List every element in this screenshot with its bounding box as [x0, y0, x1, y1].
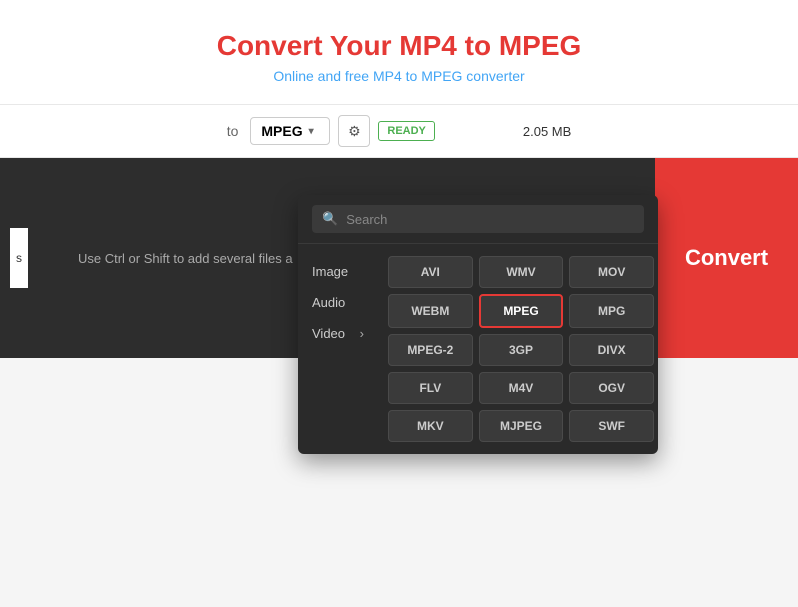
format-popup: 🔍 ImageAudioVideo› AVIWMVMOV WEBMMPEGMPG M… — [298, 195, 658, 454]
convert-button[interactable]: Convert — [655, 158, 798, 358]
format-button-3gp[interactable]: 3GP — [479, 334, 564, 366]
page-title: Convert Your MP4 to MPEG — [20, 30, 778, 62]
search-container: 🔍 — [298, 195, 658, 244]
chevron-down-icon: ▾ — [309, 126, 314, 137]
format-button-swf[interactable]: SWF — [569, 410, 654, 442]
format-dropdown[interactable]: MPEG ▾ — [250, 117, 330, 145]
format-button-mpg[interactable]: MPG — [569, 294, 654, 328]
add-files-hint: Use Ctrl or Shift to add several files a — [78, 251, 293, 266]
format-button-mov[interactable]: MOV — [569, 256, 654, 288]
category-item-image[interactable]: Image — [308, 256, 368, 287]
settings-button[interactable]: ⚙ — [338, 115, 370, 147]
format-button-wmv[interactable]: WMV — [479, 256, 564, 288]
category-item-video[interactable]: Video› — [308, 318, 368, 349]
format-button-mpeg-2[interactable]: MPEG-2 — [388, 334, 473, 366]
toolbar: to MPEG ▾ ⚙ READY 2.05 MB — [0, 105, 798, 158]
gear-icon: ⚙ — [348, 123, 361, 140]
format-button-avi[interactable]: AVI — [388, 256, 473, 288]
to-label: to — [227, 123, 239, 139]
status-badge: READY — [378, 121, 435, 141]
search-input[interactable] — [346, 212, 634, 227]
format-button-m4v[interactable]: M4V — [479, 372, 564, 404]
file-size-label: 2.05 MB — [523, 124, 571, 139]
page-subtitle: Online and free MP4 to MPEG converter — [20, 68, 778, 84]
side-panel-button[interactable]: s — [10, 228, 28, 288]
search-icon: 🔍 — [322, 211, 338, 227]
format-button-flv[interactable]: FLV — [388, 372, 473, 404]
chevron-right-icon: › — [360, 326, 364, 341]
format-button-mpeg[interactable]: MPEG — [479, 294, 564, 328]
category-item-audio[interactable]: Audio — [308, 287, 368, 318]
selected-format-label: MPEG — [261, 123, 302, 139]
categories-panel: ImageAudioVideo› — [298, 256, 378, 442]
popup-body: ImageAudioVideo› AVIWMVMOV WEBMMPEGMPG MPE… — [298, 244, 658, 442]
format-button-ogv[interactable]: OGV — [569, 372, 654, 404]
format-button-webm[interactable]: WEBM — [388, 294, 473, 328]
formats-grid: AVIWMVMOV WEBMMPEGMPG MPEG-23GPDIVX FLVM4VO… — [378, 256, 658, 442]
format-button-mjpeg[interactable]: MJPEG — [479, 410, 564, 442]
format-button-mkv[interactable]: MKV — [388, 410, 473, 442]
header-section: Convert Your MP4 to MPEG Online and free… — [0, 0, 798, 105]
format-button-divx[interactable]: DIVX — [569, 334, 654, 366]
